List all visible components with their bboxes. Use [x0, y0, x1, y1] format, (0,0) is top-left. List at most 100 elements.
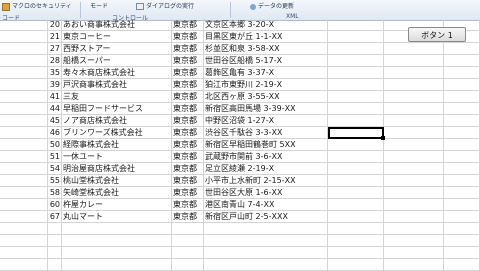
- empty-cell[interactable]: [0, 235, 48, 247]
- prefecture-cell[interactable]: 東京都: [172, 163, 204, 175]
- empty-cell[interactable]: [62, 235, 172, 247]
- empty-cell[interactable]: [384, 139, 444, 151]
- row-gutter-cell[interactable]: [0, 115, 48, 127]
- customer-number-cell[interactable]: 60: [48, 199, 62, 211]
- empty-cell[interactable]: [444, 43, 480, 55]
- empty-cell[interactable]: [328, 259, 384, 271]
- row-gutter-cell[interactable]: [0, 79, 48, 91]
- empty-cell[interactable]: [384, 199, 444, 211]
- empty-cell[interactable]: [328, 175, 384, 187]
- empty-cell[interactable]: [384, 127, 444, 139]
- row-gutter-cell[interactable]: [0, 163, 48, 175]
- prefecture-cell[interactable]: 東京都: [172, 211, 204, 223]
- empty-cell[interactable]: [328, 79, 384, 91]
- address-cell[interactable]: 足立区綾瀬 2-19-X: [204, 163, 328, 175]
- empty-cell[interactable]: [384, 115, 444, 127]
- customer-name-cell[interactable]: ブリンワーズ株式会社: [62, 127, 172, 139]
- prefecture-cell[interactable]: 東京都: [172, 19, 204, 31]
- prefecture-cell[interactable]: 東京都: [172, 67, 204, 79]
- address-cell[interactable]: 北区西ヶ原 3-55-XX: [204, 91, 328, 103]
- prefecture-cell[interactable]: 東京都: [172, 187, 204, 199]
- customer-number-cell[interactable]: 39: [48, 79, 62, 91]
- customer-name-cell[interactable]: 杵屋カレー: [62, 199, 172, 211]
- row-gutter-cell[interactable]: [0, 187, 48, 199]
- customer-name-cell[interactable]: 桃山堂株式会社: [62, 175, 172, 187]
- customer-number-cell[interactable]: 45: [48, 115, 62, 127]
- customer-number-cell[interactable]: 55: [48, 175, 62, 187]
- empty-cell[interactable]: [384, 259, 444, 271]
- address-cell[interactable]: 渋谷区千駄谷 3-3-XX: [204, 127, 328, 139]
- empty-cell[interactable]: [62, 223, 172, 235]
- customer-name-cell[interactable]: 早稲田フードサービス: [62, 103, 172, 115]
- prefecture-cell[interactable]: 東京都: [172, 151, 204, 163]
- empty-cell[interactable]: [328, 91, 384, 103]
- address-cell[interactable]: 武蔵野市関前 3-6-XX: [204, 151, 328, 163]
- empty-cell[interactable]: [328, 67, 384, 79]
- customer-number-cell[interactable]: 21: [48, 31, 62, 43]
- address-cell[interactable]: 新宿区戸山町 2-5-XXX: [204, 211, 328, 223]
- active-cell[interactable]: [328, 127, 384, 139]
- customer-name-cell[interactable]: 東京コーヒー: [62, 31, 172, 43]
- empty-cell[interactable]: [384, 91, 444, 103]
- address-cell[interactable]: 港区南青山 7-4-XX: [204, 199, 328, 211]
- customer-name-cell[interactable]: 戸沢商事株式会社: [62, 79, 172, 91]
- empty-cell[interactable]: [444, 127, 480, 139]
- empty-cell[interactable]: [384, 103, 444, 115]
- row-gutter-cell[interactable]: [0, 55, 48, 67]
- customer-name-cell[interactable]: 一休ユート: [62, 151, 172, 163]
- empty-cell[interactable]: [328, 199, 384, 211]
- address-cell[interactable]: 世田谷区船橋 5-17-X: [204, 55, 328, 67]
- customer-name-cell[interactable]: 西野ストアー: [62, 43, 172, 55]
- row-gutter-cell[interactable]: [0, 151, 48, 163]
- customer-number-cell[interactable]: 50: [48, 139, 62, 151]
- prefecture-cell[interactable]: 東京都: [172, 103, 204, 115]
- address-cell[interactable]: 葛飾区亀有 3-37-X: [204, 67, 328, 79]
- customer-name-cell[interactable]: あおい商事株式会社: [62, 19, 172, 31]
- empty-cell[interactable]: [328, 19, 384, 31]
- empty-cell[interactable]: [172, 247, 204, 259]
- empty-cell[interactable]: [384, 175, 444, 187]
- empty-cell[interactable]: [48, 223, 62, 235]
- customer-number-cell[interactable]: 54: [48, 163, 62, 175]
- address-cell[interactable]: 目黒区東が丘 1-1-XX: [204, 31, 328, 43]
- empty-cell[interactable]: [444, 187, 480, 199]
- empty-cell[interactable]: [172, 259, 204, 271]
- empty-cell[interactable]: [444, 163, 480, 175]
- empty-cell[interactable]: [384, 211, 444, 223]
- refresh-data-button[interactable]: データの更新: [250, 1, 294, 10]
- empty-cell[interactable]: [204, 223, 328, 235]
- empty-cell[interactable]: [384, 187, 444, 199]
- empty-cell[interactable]: [328, 247, 384, 259]
- empty-cell[interactable]: [0, 247, 48, 259]
- prefecture-cell[interactable]: 東京都: [172, 139, 204, 151]
- customer-number-cell[interactable]: 44: [48, 103, 62, 115]
- empty-cell[interactable]: [384, 67, 444, 79]
- empty-cell[interactable]: [328, 103, 384, 115]
- empty-cell[interactable]: [444, 175, 480, 187]
- empty-cell[interactable]: [328, 115, 384, 127]
- empty-cell[interactable]: [384, 43, 444, 55]
- address-cell[interactable]: 小平市上水新町 2-15-XX: [204, 175, 328, 187]
- address-cell[interactable]: 新宿区早稲田鶴巻町 5XX: [204, 139, 328, 151]
- empty-cell[interactable]: [444, 235, 480, 247]
- customer-name-cell[interactable]: 矢崎堂株式会社: [62, 187, 172, 199]
- customer-name-cell[interactable]: 経際事株式会社: [62, 139, 172, 151]
- empty-cell[interactable]: [62, 259, 172, 271]
- empty-cell[interactable]: [444, 115, 480, 127]
- empty-cell[interactable]: [48, 247, 62, 259]
- empty-cell[interactable]: [444, 223, 480, 235]
- empty-cell[interactable]: [444, 211, 480, 223]
- empty-cell[interactable]: [444, 247, 480, 259]
- empty-cell[interactable]: [384, 223, 444, 235]
- empty-cell[interactable]: [444, 199, 480, 211]
- empty-cell[interactable]: [444, 91, 480, 103]
- row-gutter-cell[interactable]: [0, 199, 48, 211]
- row-gutter-cell[interactable]: [0, 211, 48, 223]
- empty-cell[interactable]: [328, 187, 384, 199]
- empty-cell[interactable]: [328, 151, 384, 163]
- empty-cell[interactable]: [48, 235, 62, 247]
- row-gutter-cell[interactable]: [0, 103, 48, 115]
- empty-cell[interactable]: [384, 235, 444, 247]
- address-cell[interactable]: 文京区本郷 3-20-X: [204, 19, 328, 31]
- customer-name-cell[interactable]: 明治屋商店株式会社: [62, 163, 172, 175]
